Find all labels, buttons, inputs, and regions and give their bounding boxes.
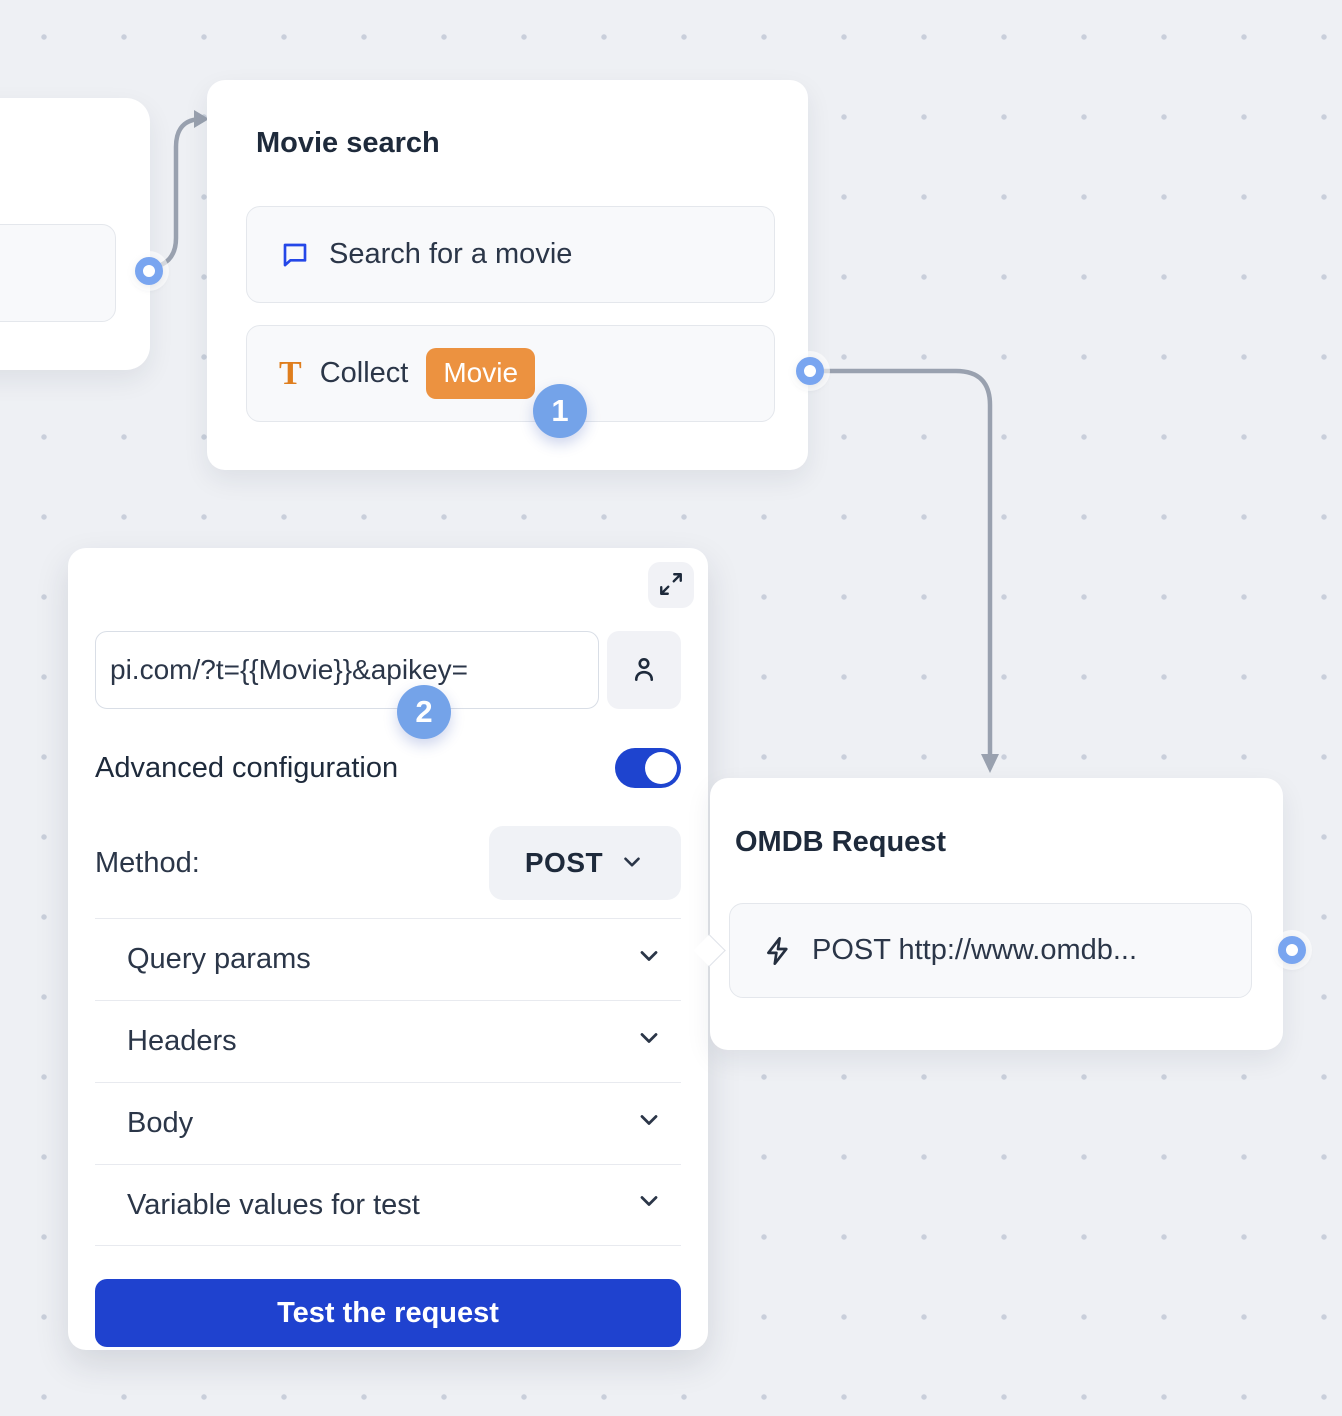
variable-badge[interactable]: Movie <box>426 348 535 398</box>
connector-dot-omdb-output[interactable] <box>1278 936 1306 964</box>
expand-icon <box>658 571 684 600</box>
chat-bubble-icon <box>279 239 311 271</box>
node-row-collect-movie[interactable]: T Collect Movie <box>246 325 775 422</box>
section-headers[interactable]: Headers <box>95 1000 681 1082</box>
lightning-icon <box>762 935 794 967</box>
advanced-configuration-row: Advanced configuration <box>95 747 681 789</box>
node-title: Movie search <box>256 127 440 160</box>
node-partial-row[interactable] <box>0 224 116 322</box>
chevron-down-icon <box>635 942 663 978</box>
user-icon <box>629 654 659 687</box>
section-label: Body <box>127 1107 193 1140</box>
method-label: Method: <box>95 847 200 880</box>
url-input[interactable] <box>95 631 599 709</box>
section-label: Variable values for test <box>127 1189 420 1222</box>
advanced-configuration-label: Advanced configuration <box>95 752 398 785</box>
node-omdb-request[interactable]: OMDB Request POST http://www.omdb... <box>710 778 1283 1050</box>
section-query-params[interactable]: Query params <box>95 918 681 1000</box>
node-row-label: POST http://www.omdb... <box>812 934 1137 967</box>
node-row-label: Search for a movie <box>329 238 572 271</box>
user-variable-button[interactable] <box>607 631 681 709</box>
edge-arrowhead-down <box>981 754 999 773</box>
section-variable-values[interactable]: Variable values for test <box>95 1164 681 1246</box>
chevron-down-icon <box>635 1187 663 1223</box>
method-value: POST <box>525 847 603 879</box>
edge-partial-to-movie-search <box>161 119 202 265</box>
text-icon: T <box>279 357 302 391</box>
node-row-post-request[interactable]: POST http://www.omdb... <box>729 903 1252 998</box>
chevron-down-icon <box>619 849 645 878</box>
flow-canvas: Movie search Search for a movie T Collec… <box>0 0 1342 1416</box>
node-title: OMDB Request <box>735 826 946 859</box>
connector-dot-movie-search-output[interactable] <box>796 357 824 385</box>
method-row: Method: POST <box>95 826 681 900</box>
step-badge-2: 2 <box>397 685 451 739</box>
node-row-label: Collect <box>320 357 409 390</box>
request-config-panel: Advanced configuration Method: POST Quer… <box>68 548 708 1350</box>
section-body[interactable]: Body <box>95 1082 681 1164</box>
test-request-button[interactable]: Test the request <box>95 1279 681 1347</box>
expand-button[interactable] <box>648 562 694 608</box>
method-select[interactable]: POST <box>489 826 681 900</box>
connector-dot-partial-output[interactable] <box>135 257 163 285</box>
section-label: Headers <box>127 1025 237 1058</box>
toggle-knob <box>645 752 677 784</box>
section-label: Query params <box>127 943 311 976</box>
url-row <box>95 631 681 709</box>
chevron-down-icon <box>635 1106 663 1142</box>
node-movie-search[interactable]: Movie search Search for a movie T Collec… <box>207 80 808 470</box>
advanced-configuration-toggle[interactable] <box>615 748 681 788</box>
edge-movie-search-to-omdb <box>822 371 990 756</box>
collapsible-sections: Query params Headers Body <box>95 918 681 1246</box>
step-badge-1: 1 <box>533 384 587 438</box>
node-row-search-for-movie[interactable]: Search for a movie <box>246 206 775 303</box>
chevron-down-icon <box>635 1024 663 1060</box>
node-partial[interactable] <box>0 98 150 370</box>
